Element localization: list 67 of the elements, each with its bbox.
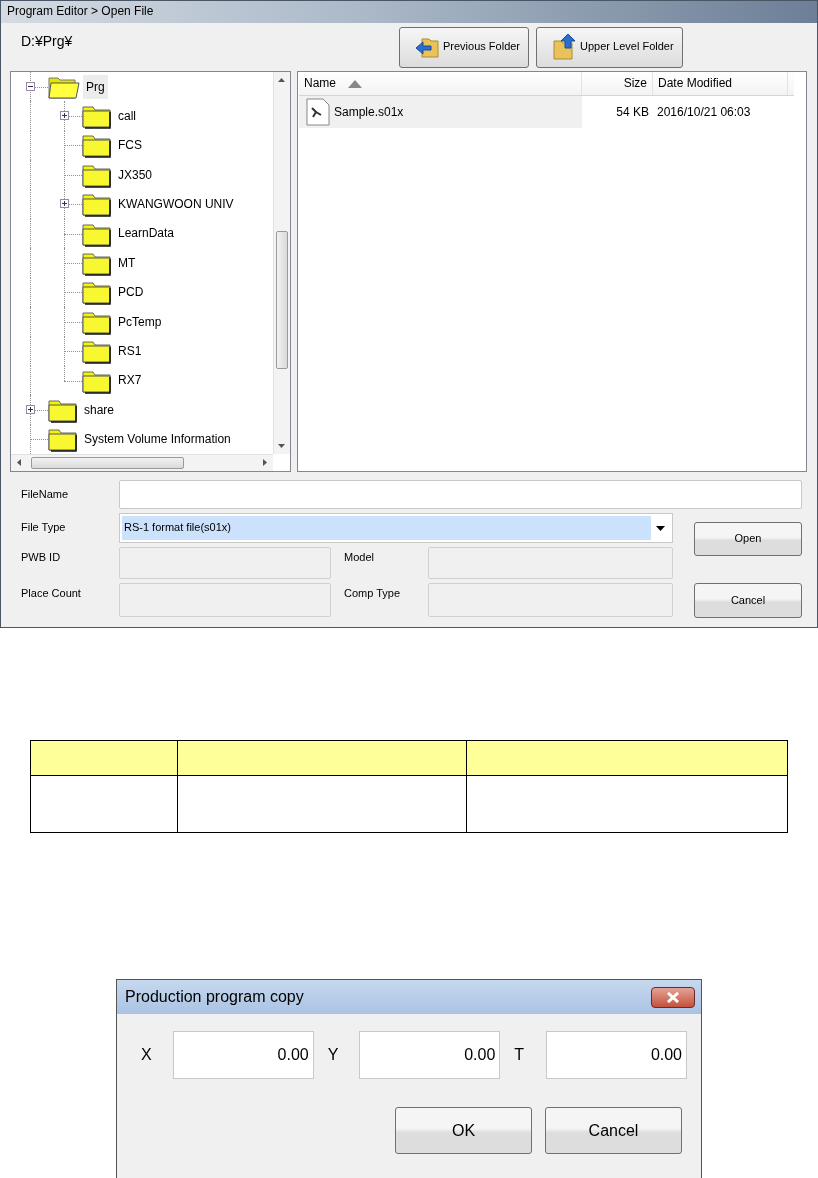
field-label: PWB ID [20,550,62,565]
tree-item[interactable]: MT [115,250,139,276]
ok-button[interactable]: OK [395,1107,532,1154]
tree-item[interactable]: call [115,103,139,129]
horizontal-scrollbar[interactable] [11,454,273,471]
file-type-dropdown[interactable]: RS-1 format file(s01x) [119,513,673,543]
tree-item[interactable]: LearnData [115,221,178,246]
open-button[interactable]: Open [694,522,802,556]
tree-item[interactable]: RX7 [115,368,145,393]
file-icon [306,98,330,126]
field-label: X [141,1045,153,1065]
table-cell-text: 54 KB [615,104,650,120]
folder-icon [82,338,112,365]
number-field[interactable]: 0.00 [172,1031,314,1079]
folder-icon [82,103,112,130]
field-label: FileName [20,486,70,502]
tree-item[interactable]: PCD [115,280,147,305]
tree-item[interactable]: KWANGWOON UNIV [115,192,237,217]
number-field[interactable]: 0.00 [546,1031,687,1079]
folder-path: D:¥Prg¥ [20,33,74,50]
expand-icon[interactable] [60,111,69,121]
scroll-up-icon[interactable] [278,77,285,84]
tree-item[interactable]: share [81,397,118,423]
folder-icon [48,397,78,423]
scrollbar-thumb[interactable] [276,231,288,369]
field-label: Y [327,1045,340,1065]
folder-icon [82,250,112,277]
tree-item[interactable]: RS1 [115,339,145,364]
scroll-left-icon[interactable] [16,459,23,466]
tree-item[interactable]: FCS [115,133,145,158]
table-cell-text: 2016/10/21 06:03 [656,104,752,120]
scrollbar-thumb[interactable] [31,457,184,469]
upper-folder-button[interactable]: Upper Level Folder [536,26,683,68]
close-button[interactable] [651,986,695,1008]
caret-icon [656,525,665,531]
vertical-scrollbar[interactable] [273,72,290,454]
field-label: Comp Type [343,586,402,601]
field-label: Place Count [20,586,82,601]
previous-folder-button[interactable]: Previous Folder [399,26,530,68]
tree-item[interactable]: Prg [83,74,108,99]
cancel-button[interactable]: Cancel [694,583,802,618]
expand-icon[interactable] [60,199,69,209]
field-label: File Type [20,520,67,536]
column-header[interactable]: Name [299,72,582,95]
scroll-down-icon[interactable] [278,442,285,449]
folder-icon [82,279,112,306]
cancel-button[interactable]: Cancel [545,1107,682,1154]
tree-item[interactable]: PcTemp [115,309,165,334]
tree-item[interactable]: JX350 [115,162,156,188]
folder-icon [82,132,112,159]
field-label: T [514,1045,526,1065]
folder-icon [82,191,112,218]
number-field[interactable]: 0.00 [359,1031,501,1079]
field-label: Model [343,550,375,565]
folder-icon [48,426,78,453]
expand-icon[interactable] [26,405,35,414]
tree-item[interactable]: System Volume Information [81,427,234,452]
dialog-title: Production program copy [125,987,304,1007]
folder-up-icon [551,33,578,61]
file-name-field[interactable] [119,480,802,509]
file-name-cell[interactable]: Sample.s01x [299,96,582,128]
scroll-right-icon[interactable] [261,459,268,466]
collapse-icon[interactable] [26,81,35,91]
column-header[interactable]: Size [582,72,653,95]
close-icon [666,991,680,1003]
column-header[interactable]: Date Modified [653,72,788,95]
window-title: Program Editor > Open File [1,1,817,23]
